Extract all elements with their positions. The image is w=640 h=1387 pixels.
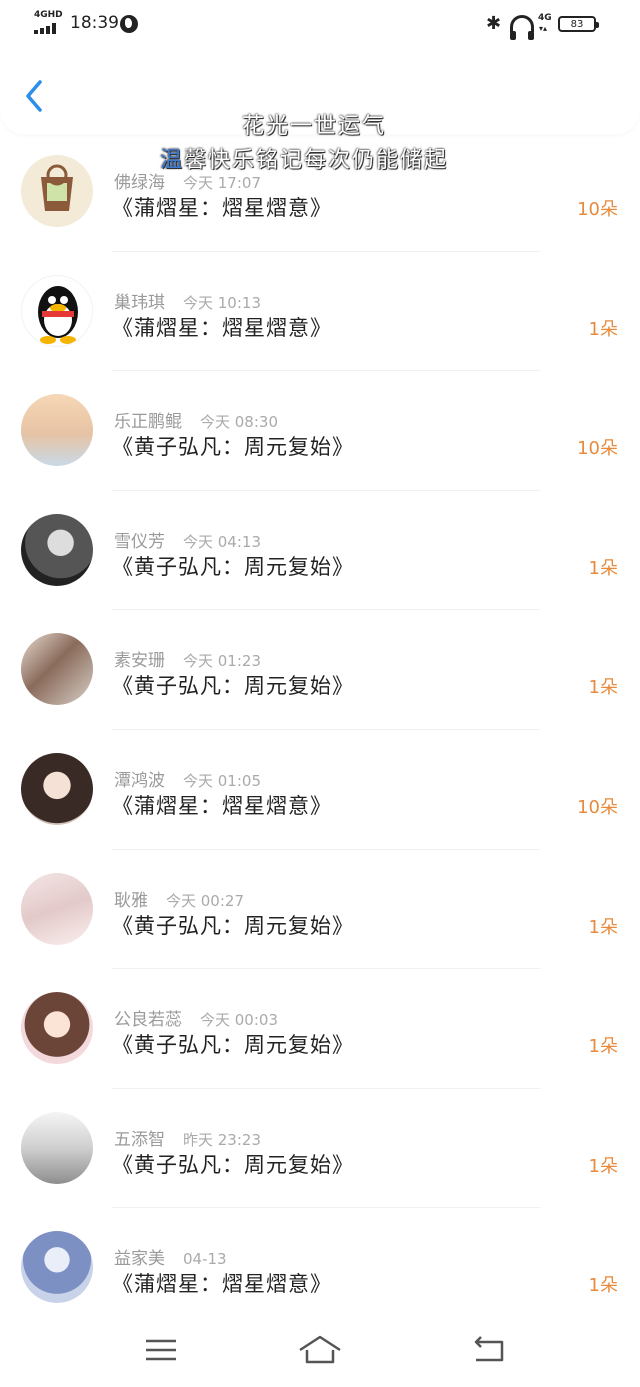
sent-time: 今天 01:05: [183, 771, 261, 790]
sender-name: 素安珊: [114, 651, 165, 672]
sent-time: 今天 08:30: [200, 413, 278, 432]
system-nav-bar: [0, 1310, 640, 1387]
sender-meta: 潭鸿波 今天 01:05: [114, 766, 261, 791]
flower-count: 10朵: [577, 796, 618, 818]
flower-count: 10朵: [577, 438, 618, 460]
sender-meta: 雪仪芳 今天 04:13: [114, 527, 261, 552]
work-title: 《黄子弘凡：周元复始》: [112, 1152, 354, 1177]
status-left: 4GHD 18:39: [34, 11, 154, 41]
work-title: 《黄子弘凡：周元复始》: [112, 435, 354, 460]
avatar: [21, 1231, 93, 1304]
sender-name: 益家美: [114, 1249, 165, 1270]
flower-count: 10朵: [577, 199, 618, 220]
sender-name: 潭鸿波: [114, 770, 165, 791]
menu-icon: [146, 1339, 176, 1361]
sent-time: 04-13: [183, 1250, 227, 1269]
bluetooth-icon: ✱: [486, 13, 502, 34]
home-button[interactable]: [290, 1330, 350, 1370]
sent-time: 今天 10:13: [183, 293, 261, 312]
sender-name: 五添智: [114, 1129, 165, 1150]
sender-meta: 耿雅 今天 00:27: [114, 886, 244, 911]
work-title: 《黄子弘凡：周元复始》: [112, 554, 354, 579]
flower-count: 1朵: [588, 557, 618, 579]
flower-count: 1朵: [588, 677, 618, 699]
avatar: [21, 872, 93, 945]
globe-icon: [120, 15, 138, 33]
status-right: ✱ 4G ▾▴ 83: [486, 13, 606, 40]
sender-name: 雪仪芳: [114, 531, 165, 552]
sender-name: 佛绿海: [114, 173, 165, 193]
back-nav-button[interactable]: [458, 1330, 518, 1370]
avatar: [21, 274, 93, 347]
recent-apps-button[interactable]: [131, 1330, 191, 1370]
work-title: 《黄子弘凡：周元复始》: [112, 913, 354, 938]
avatar: [21, 394, 93, 467]
sender-meta: 五添智 昨天 23:23: [114, 1125, 261, 1150]
battery-icon: 83: [558, 16, 599, 32]
sender-name: 公良若蕊: [114, 1010, 182, 1031]
sender-name: 巢玮琪: [114, 292, 165, 313]
avatar: [21, 513, 93, 586]
sent-time: 今天 00:27: [166, 891, 244, 910]
list-item[interactable]: 潭鸿波 今天 01:05 《蒲熠星：熠星熠意》 10朵: [0, 730, 640, 850]
list-item[interactable]: 耿雅 今天 00:27 《黄子弘凡：周元复始》 1朵: [0, 850, 640, 970]
work-title: 《蒲熠星：熠星熠意》: [112, 196, 332, 220]
sender-meta: 佛绿海 今天 17:07: [114, 168, 261, 193]
sender-name: 乐正鹏鲲: [114, 412, 182, 433]
list-item[interactable]: 素安珊 今天 01:23 《黄子弘凡：周元复始》 1朵: [0, 610, 640, 730]
avatar: [21, 1111, 93, 1184]
sent-time: 今天 01:23: [183, 652, 261, 671]
avatar: [21, 992, 93, 1065]
home-icon: [299, 1335, 341, 1364]
sender-meta: 益家美 04-13: [114, 1244, 227, 1269]
sent-time: 今天 04:13: [183, 532, 261, 551]
sent-time: 今天 00:03: [200, 1011, 278, 1030]
list-item[interactable]: 乐正鹏鲲 今天 08:30 《黄子弘凡：周元复始》 10朵: [0, 371, 640, 491]
flower-count: 1朵: [588, 318, 618, 340]
sender-meta: 公良若蕊 今天 00:03: [114, 1005, 278, 1030]
avatar: [21, 155, 93, 227]
list-item[interactable]: 佛绿海 今天 17:07 《蒲熠星：熠星熠意》 10朵: [0, 132, 640, 252]
back-button[interactable]: [18, 76, 54, 116]
flower-count: 1朵: [588, 1275, 618, 1297]
network-type: 4GHD: [34, 10, 63, 20]
work-title: 《蒲熠星：熠星熠意》: [112, 1272, 332, 1297]
flower-count: 1朵: [588, 916, 618, 938]
status-bar: 4GHD 18:39 ✱ 4G ▾▴ 83: [0, 0, 640, 48]
list-item[interactable]: 雪仪芳 今天 04:13 《黄子弘凡：周元复始》 1朵: [0, 491, 640, 611]
headphones-icon: [510, 15, 534, 40]
flower-count: 1朵: [588, 1036, 618, 1058]
chevron-left-icon: [26, 80, 42, 112]
work-title: 《蒲熠星：熠星熠意》: [112, 315, 332, 340]
work-title: 《蒲熠星：熠星熠意》: [112, 793, 332, 818]
avatar: [21, 633, 93, 706]
list-item[interactable]: 公良若蕊 今天 00:03 《黄子弘凡：周元复始》 1朵: [0, 969, 640, 1089]
sender-meta: 乐正鹏鲲 今天 08:30: [114, 407, 278, 432]
list-item[interactable]: 五添智 昨天 23:23 《黄子弘凡：周元复始》 1朵: [0, 1089, 640, 1209]
battery-level: 83: [570, 18, 584, 30]
data-arrows-icon: ▾▴: [539, 24, 548, 33]
sender-meta: 素安珊 今天 01:23: [114, 646, 261, 671]
sent-time: 昨天 23:23: [183, 1130, 261, 1149]
flower-count: 1朵: [588, 1155, 618, 1177]
avatar: [21, 752, 93, 825]
back-arrow-icon: [474, 1336, 504, 1362]
list-item[interactable]: 巢玮琪 今天 10:13 《蒲熠星：熠星熠意》 1朵: [0, 252, 640, 372]
network-type-right: 4G: [538, 13, 552, 23]
gift-record-list: 佛绿海 今天 17:07 《蒲熠星：熠星熠意》 10朵 巢玮琪 今天 10:13 《…: [0, 132, 640, 1328]
sender-name: 耿雅: [114, 890, 148, 911]
sender-meta: 巢玮琪 今天 10:13: [114, 288, 261, 313]
work-title: 《黄子弘凡：周元复始》: [112, 1033, 354, 1058]
signal-icon: [34, 23, 56, 34]
status-time: 18:39: [70, 13, 119, 33]
work-title: 《黄子弘凡：周元复始》: [112, 674, 354, 699]
sent-time: 今天 17:07: [183, 174, 261, 192]
